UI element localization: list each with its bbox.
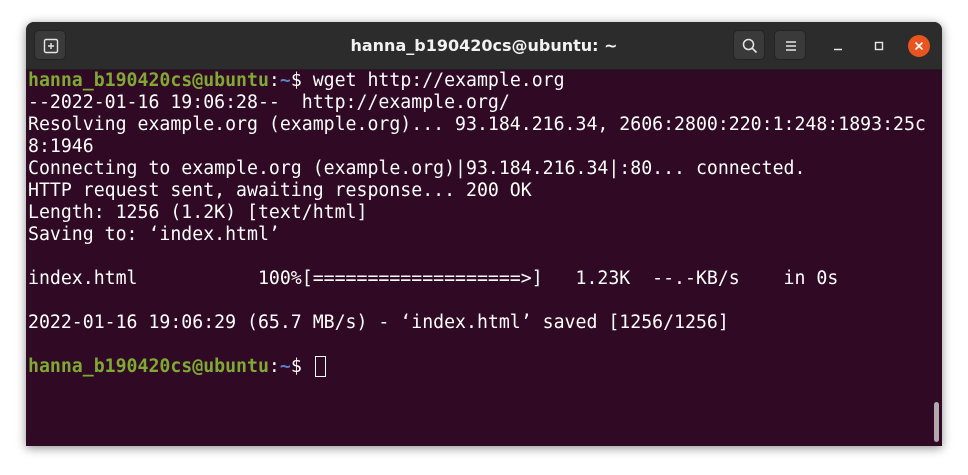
output-line: Resolving example.org (example.org)... 9… bbox=[28, 114, 926, 135]
menu-button[interactable] bbox=[774, 30, 806, 60]
hamburger-menu-icon bbox=[786, 41, 796, 51]
output-line: index.html 100%[===================>] 1.… bbox=[28, 268, 839, 289]
command-text: wget http://example.org bbox=[312, 70, 565, 91]
minimize-icon bbox=[834, 48, 842, 51]
output-line: Connecting to example.org (example.org)|… bbox=[28, 158, 806, 179]
terminal-window: hanna_b190420cs@ubuntu: ~ hanna_b190420c… bbox=[26, 22, 942, 446]
search-button[interactable] bbox=[733, 30, 765, 60]
output-line: HTTP request sent, awaiting response... … bbox=[28, 180, 532, 201]
search-icon bbox=[742, 38, 758, 54]
output-line: --2022-01-16 19:06:28-- http://example.o… bbox=[28, 92, 510, 113]
output-line: Saving to: ‘index.html’ bbox=[28, 224, 280, 245]
output-line: 8:1946 bbox=[28, 136, 94, 157]
scrollbar[interactable] bbox=[934, 402, 939, 442]
prompt-colon: : bbox=[268, 356, 280, 377]
prompt-colon: : bbox=[268, 70, 280, 91]
output-line: 2022-01-16 19:06:29 (65.7 MB/s) - ‘index… bbox=[28, 312, 729, 333]
maximize-button[interactable] bbox=[868, 35, 890, 57]
prompt-path: ~ bbox=[279, 70, 291, 91]
prompt-user: hanna_b190420cs@ubuntu bbox=[28, 356, 269, 377]
terminal-output[interactable]: hanna_b190420cs@ubuntu:~$ wget http://ex… bbox=[28, 70, 932, 446]
text-cursor bbox=[314, 356, 326, 377]
titlebar[interactable]: hanna_b190420cs@ubuntu: ~ bbox=[26, 22, 942, 70]
close-button[interactable] bbox=[908, 35, 930, 57]
minimize-button[interactable] bbox=[827, 35, 849, 57]
output-line: Length: 1256 (1.2K) [text/html] bbox=[28, 202, 368, 223]
prompt-symbol: $ bbox=[290, 70, 313, 91]
command-line: hanna_b190420cs@ubuntu:~$ bbox=[28, 356, 932, 378]
prompt-path: ~ bbox=[279, 356, 291, 377]
close-icon bbox=[914, 41, 924, 51]
maximize-icon bbox=[874, 41, 884, 51]
command-line: hanna_b190420cs@ubuntu:~$ wget http://ex… bbox=[28, 70, 932, 92]
prompt-symbol: $ bbox=[290, 356, 313, 377]
prompt-user: hanna_b190420cs@ubuntu bbox=[28, 70, 269, 91]
